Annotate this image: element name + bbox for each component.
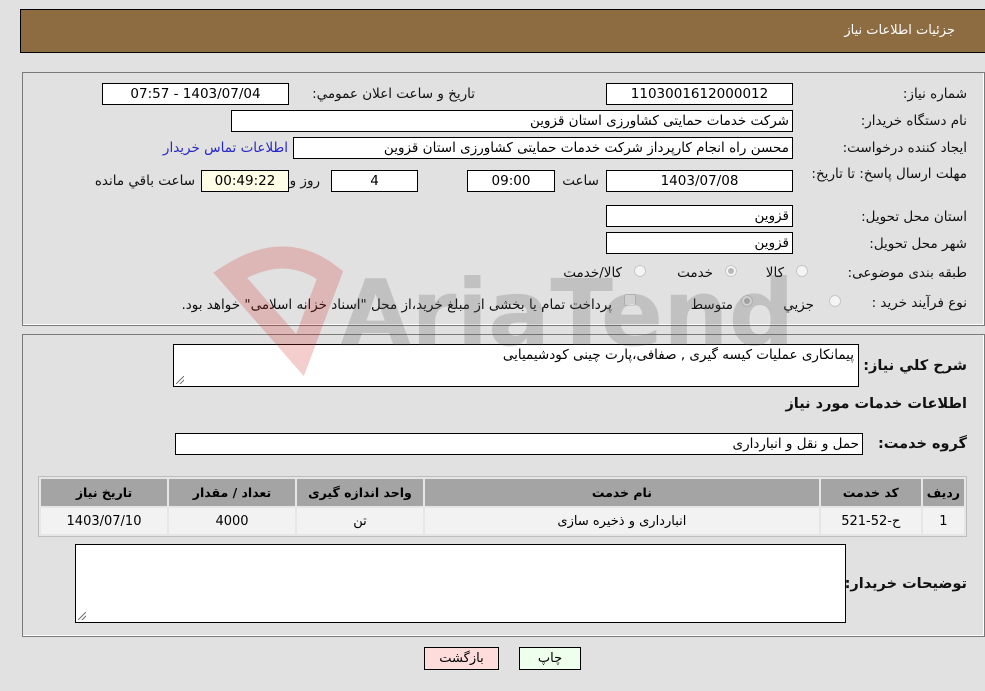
requester-label: ایجاد کننده درخواست:: [842, 140, 967, 156]
table-header-row: رديف كد خدمت نام خدمت واحد اندازه گیری ت…: [41, 479, 964, 506]
announce-datetime-field: 1403/07/04 - 07:57: [102, 83, 289, 105]
service-group-field: حمل و نقل و انبارداری: [175, 433, 863, 455]
purchase-minor-radio[interactable]: [829, 295, 841, 307]
purchase-type-label: نوع فرآیند خرید :: [871, 295, 967, 311]
delivery-province-field: قزوین: [606, 205, 793, 227]
resize-grip-icon[interactable]: [78, 612, 86, 620]
deadline-time-field: 09:00: [467, 170, 555, 192]
service-group-label: گروه خدمت:: [877, 436, 967, 452]
category-goods-label: کالا: [765, 265, 784, 281]
col-qty-header: تعداد / مقدار: [169, 479, 295, 506]
announce-datetime-label: تاریخ و ساعت اعلان عمومي:: [312, 86, 475, 102]
services-table: رديف كد خدمت نام خدمت واحد اندازه گیری ت…: [39, 477, 966, 536]
col-date-header: تاریخ نیاز: [41, 479, 167, 506]
print-button[interactable]: چاپ: [519, 647, 581, 670]
category-service-radio[interactable]: [725, 265, 737, 277]
col-code-header: كد خدمت: [820, 479, 921, 506]
treasury-checkbox[interactable]: [624, 294, 636, 306]
category-goods-service-label: کالا/خدمت: [563, 265, 622, 281]
cell-quantity: 4000: [169, 508, 295, 534]
category-service-label: خدمت: [677, 265, 713, 281]
col-unit-header: واحد اندازه گیری: [297, 479, 423, 506]
cell-row-number: 1: [922, 508, 964, 534]
purchase-medium-label: متوسط: [690, 297, 733, 313]
category-goods-radio[interactable]: [796, 265, 808, 277]
category-goods-service-radio[interactable]: [634, 265, 646, 277]
cell-service-code: ح-52-521: [820, 508, 921, 534]
remaining-days-field: 4: [331, 170, 418, 192]
page-header: جزئیات اطلاعات نیاز: [20, 9, 985, 53]
col-name-header: نام خدمت: [425, 479, 819, 506]
days-label: روز و: [289, 173, 320, 189]
treasury-note: پرداخت تمام یا بخشی از مبلغ خرید،از محل …: [181, 297, 612, 313]
description-textarea[interactable]: پیمانکاری عملیات کیسه گیری , صفافی،پارت …: [173, 344, 859, 387]
requester-field: محسن راه انجام کارپرداز شرکت خدمات حمایت…: [293, 137, 793, 159]
remaining-time-label: ساعت باقي مانده: [94, 173, 195, 189]
cell-service-name: انبارداری و ذخیره سازی: [425, 508, 819, 534]
remaining-time-field: 00:49:22: [201, 170, 289, 192]
delivery-province-label: استان محل تحویل:: [861, 209, 967, 225]
description-text: پیمانکاری عملیات کیسه گیری , صفافی،پارت …: [502, 347, 854, 363]
resize-grip-icon[interactable]: [176, 376, 184, 384]
need-number-label: شماره نیاز:: [902, 86, 967, 102]
category-label: طبقه بندی موضوعی:: [847, 265, 967, 281]
col-row-header: رديف: [922, 479, 964, 506]
delivery-city-label: شهر محل تحویل:: [869, 236, 967, 252]
need-number-field: 1103001612000012: [606, 83, 793, 105]
purchase-medium-radio[interactable]: [741, 295, 753, 307]
deadline-date-field: 1403/07/08: [606, 170, 793, 192]
deadline-time-label: ساعت: [562, 173, 599, 189]
buyer-contact-link[interactable]: اطلاعات تماس خریدار: [163, 140, 288, 156]
buyer-org-field: شرکت خدمات حمایتی کشاورزی استان قزوین: [231, 110, 793, 132]
back-button[interactable]: بازگشت: [424, 647, 499, 670]
services-section-title: اطلاعات خدمات مورد نياز: [785, 396, 967, 412]
buyer-notes-textarea[interactable]: [75, 544, 846, 623]
deadline-label: مهلت ارسال پاسخ: تا تاریخ:: [811, 166, 967, 182]
purchase-minor-label: جزيي: [783, 297, 814, 313]
buyer-org-label: نام دستگاه خريدار:: [860, 113, 967, 129]
delivery-city-field: قزوین: [606, 232, 793, 254]
description-label: شرح كلي نياز:: [863, 358, 967, 374]
page-title: جزئیات اطلاعات نیاز: [844, 23, 955, 38]
buyer-notes-label: توضيحات خريدار:: [844, 576, 967, 592]
services-table-wrapper: رديف كد خدمت نام خدمت واحد اندازه گیری ت…: [38, 476, 967, 537]
table-row: 1 ح-52-521 انبارداری و ذخیره سازی تن 400…: [41, 508, 964, 534]
cell-unit: تن: [297, 508, 423, 534]
cell-need-date: 1403/07/10: [41, 508, 167, 534]
